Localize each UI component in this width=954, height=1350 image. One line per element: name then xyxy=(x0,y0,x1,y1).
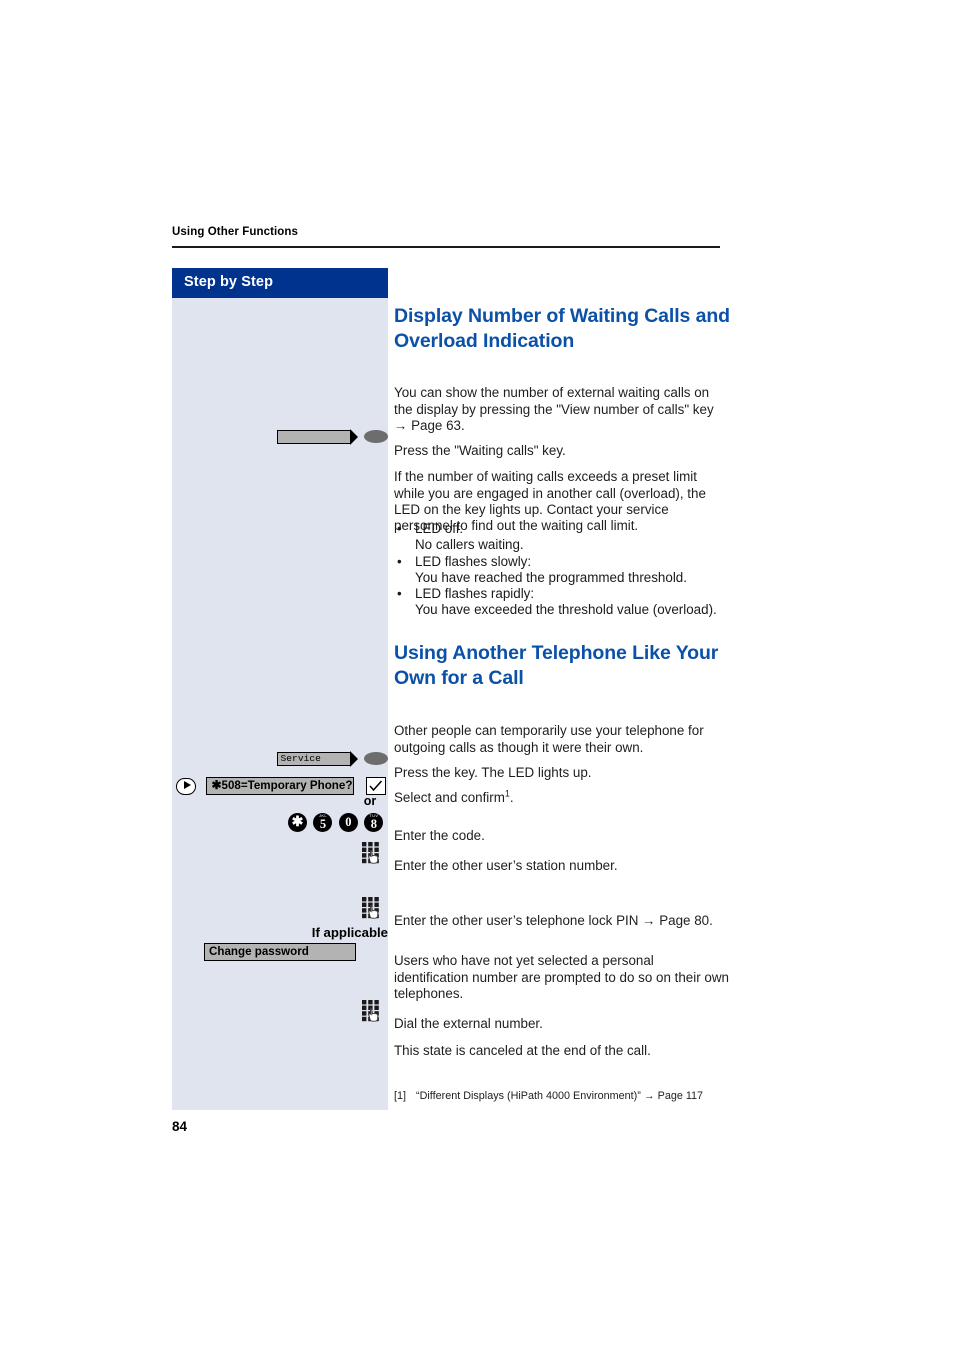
temporary-phone-menu-option[interactable]: ✱508=Temporary Phone? xyxy=(206,777,355,795)
enter-lock-pin-text: Enter the other user’s telephone lock PI… xyxy=(394,913,713,929)
list-item: • LED flashes rapidly: You have exceeded… xyxy=(394,586,734,619)
keypad-icon xyxy=(362,897,382,919)
dial-key-5[interactable]: JKL 5 xyxy=(313,813,333,832)
list-item: • LED off: No callers waiting. xyxy=(394,521,734,554)
section-heading-waiting-calls: Display Number of Waiting Calls and Over… xyxy=(394,305,730,352)
dial-key-0[interactable]: 0 xyxy=(338,813,358,832)
led-state-detail: You have exceeded the threshold value (o… xyxy=(415,602,717,618)
bullet-icon: • xyxy=(397,521,402,536)
section-heading-another-telephone: Using Another Telephone Like Your Own fo… xyxy=(394,642,719,689)
change-password-menu-option[interactable]: Change password xyxy=(204,943,356,961)
running-header: Using Other Functions xyxy=(172,226,299,238)
navigate-right-icon[interactable] xyxy=(176,777,196,795)
footnote-number: [1] xyxy=(394,1090,407,1102)
checkmark-icon xyxy=(369,780,382,792)
dial-key-glyph: 0 xyxy=(345,815,352,829)
select-confirm-label: Select and confirm xyxy=(394,790,505,806)
change-password-row[interactable]: Change password xyxy=(204,943,356,961)
keypad-row-lock-pin xyxy=(362,897,382,919)
select-and-confirm-text: Select and confirm1. xyxy=(394,789,724,806)
led-state-title: LED off: xyxy=(415,521,464,536)
change-password-label: Change password xyxy=(209,945,309,958)
temporary-phone-row[interactable]: ✱508=Temporary Phone? xyxy=(176,777,386,795)
waiting-calls-key-row[interactable] xyxy=(268,428,388,446)
bullet-icon: • xyxy=(397,586,402,602)
enter-station-number-text: Enter the other user’s station number. xyxy=(394,858,618,874)
service-key-label: Service xyxy=(280,752,321,764)
dial-external-number-text: Dial the external number. xyxy=(394,1016,543,1032)
header-rule xyxy=(172,246,720,248)
led-state-list: • LED off: No callers waiting. • LED fla… xyxy=(394,521,734,619)
key-tip-icon xyxy=(349,429,358,446)
confirm-key[interactable] xyxy=(365,777,386,795)
keypad-row-station-number xyxy=(362,842,382,864)
another-telephone-intro: Other people can temporarily use your te… xyxy=(394,723,704,755)
if-applicable-label: If applicable xyxy=(311,925,388,940)
dial-code-keys-row[interactable]: ✱ JKL 5 0 TUV 8 xyxy=(288,813,385,832)
dial-key-glyph: 5 xyxy=(319,817,327,831)
dial-key-star[interactable]: ✱ xyxy=(288,813,307,832)
footnote: [1] “Different Displays (HiPath 4000 Envi… xyxy=(394,1089,703,1103)
dial-key-glyph: 8 xyxy=(370,817,377,831)
step-by-step-sidebar xyxy=(172,268,388,1110)
list-item: • LED flashes slowly: You have reached t… xyxy=(394,554,734,587)
press-key-led-text: Press the key. The LED lights up. xyxy=(394,765,592,781)
sidebar-title: Step by Step xyxy=(184,274,274,290)
led-state-detail: No callers waiting. xyxy=(415,537,524,553)
bullet-icon: • xyxy=(397,553,402,569)
keypad-icon xyxy=(362,1000,382,1022)
keypad-icon xyxy=(362,842,382,864)
document-page: Using Other Functions Step by Step Displ… xyxy=(0,0,954,1350)
press-waiting-calls-text: Press the "Waiting calls" key. xyxy=(394,443,566,459)
service-function-key[interactable]: Service xyxy=(276,751,358,768)
or-label: or xyxy=(363,794,377,808)
sidebar-header: Step by Step xyxy=(172,268,388,298)
keypad-row-dial-external xyxy=(362,1000,382,1022)
waiting-calls-led-icon xyxy=(364,430,388,444)
asterisk-icon: ✱ xyxy=(211,778,222,792)
key-tip-icon xyxy=(349,751,358,768)
state-canceled-text: This state is canceled at the end of the… xyxy=(394,1043,651,1059)
service-key-row[interactable]: Service xyxy=(268,750,388,768)
led-state-detail: You have reached the programmed threshol… xyxy=(415,569,687,585)
page-number: 84 xyxy=(172,1119,188,1134)
waiting-calls-function-key[interactable] xyxy=(276,429,358,446)
enter-code-text: Enter the code. xyxy=(394,828,485,844)
led-state-title: LED flashes rapidly: xyxy=(415,586,535,602)
dial-key-glyph: ✱ xyxy=(291,813,304,829)
sentence-period: . xyxy=(509,790,514,806)
footnote-text: “Different Displays (HiPath 4000 Environ… xyxy=(416,1090,704,1102)
service-led-icon xyxy=(364,752,388,766)
led-state-title: LED flashes slowly: xyxy=(415,553,532,569)
temporary-phone-label: 508=Temporary Phone? xyxy=(221,779,353,792)
dial-key-8[interactable]: TUV 8 xyxy=(364,813,384,832)
waiting-calls-intro: You can show the number of external wait… xyxy=(394,385,714,433)
change-password-explanation: Users who have not yet selected a person… xyxy=(394,953,729,1001)
